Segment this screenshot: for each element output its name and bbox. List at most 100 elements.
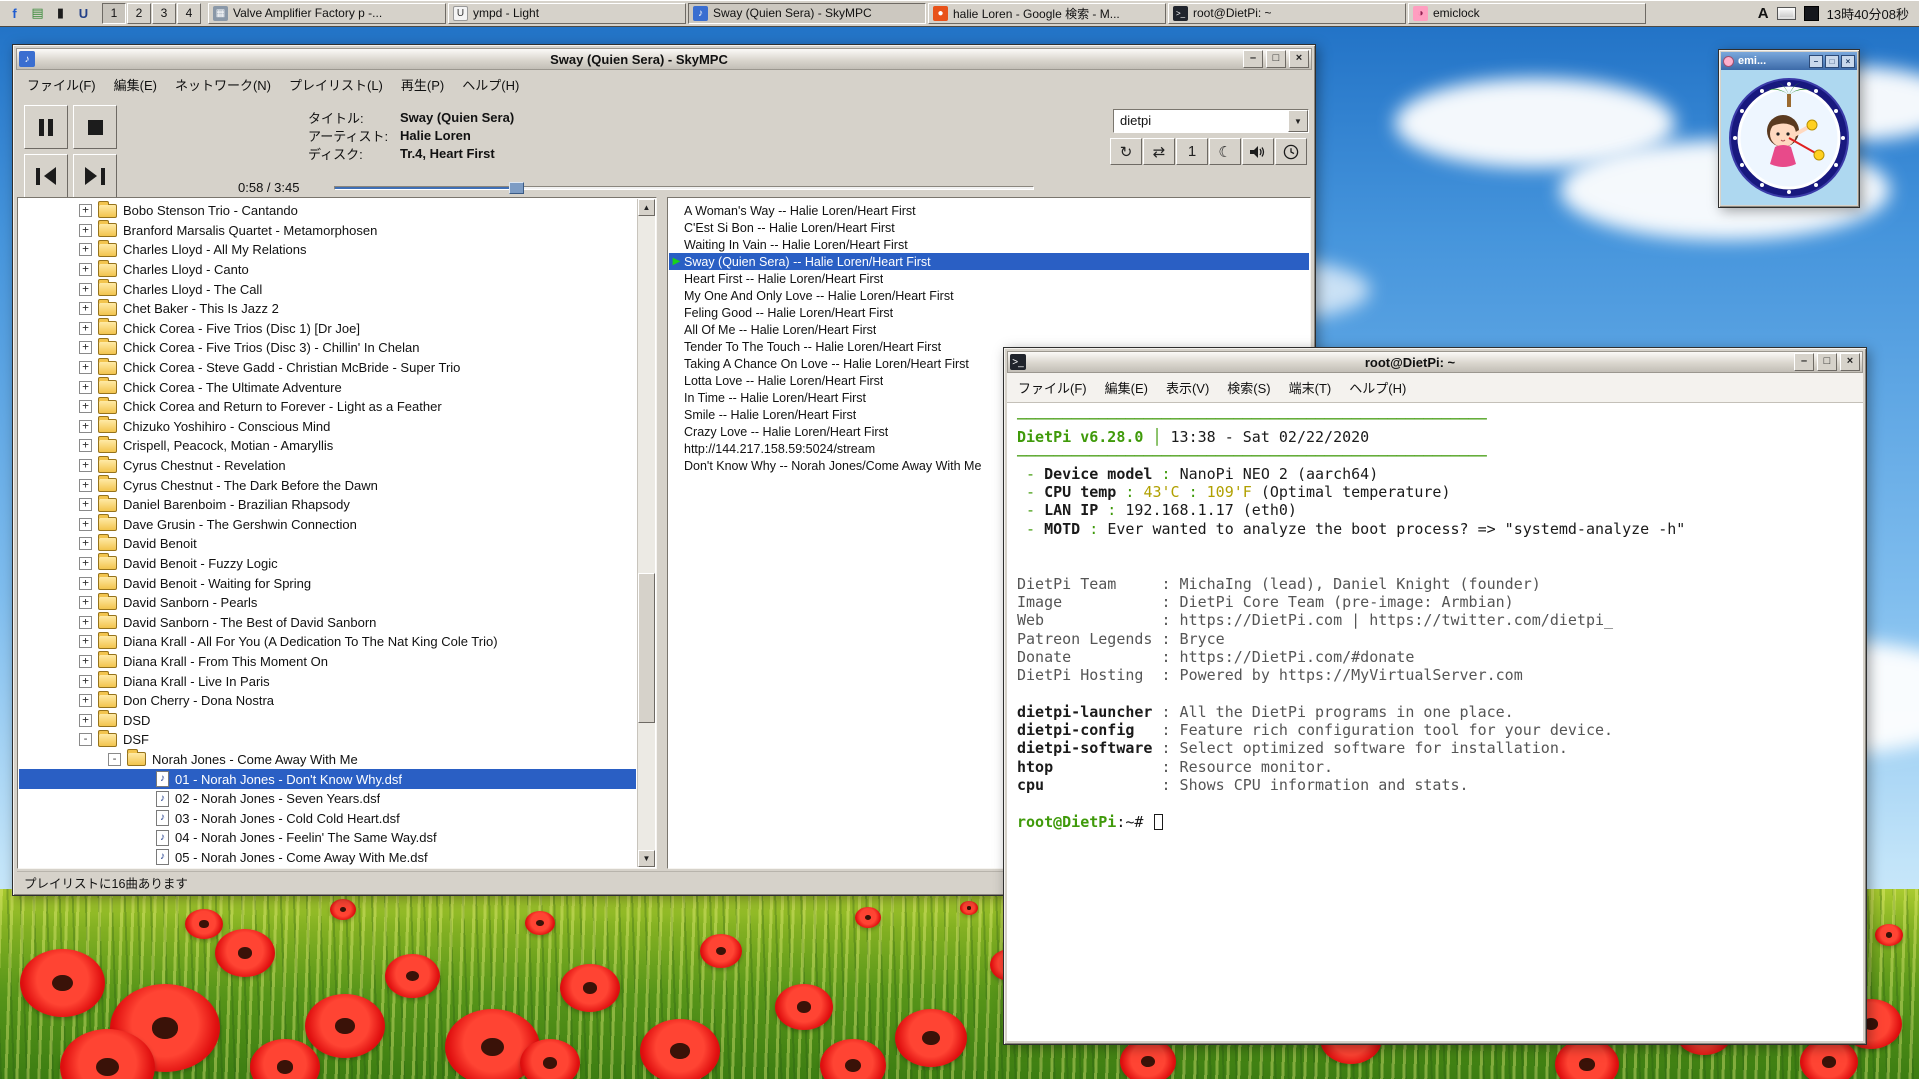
tree-item[interactable]: +David Sanborn - Pearls bbox=[19, 593, 636, 613]
taskbar-window-button[interactable]: ◑emiclock bbox=[1408, 3, 1646, 24]
tree-expand-icon[interactable]: + bbox=[79, 243, 92, 256]
tree-item[interactable]: -DSF bbox=[19, 730, 636, 750]
tree-expand-icon[interactable]: + bbox=[79, 204, 92, 217]
tree-item[interactable]: +Charles Lloyd - Canto bbox=[19, 260, 636, 280]
seek-slider[interactable] bbox=[334, 181, 1034, 195]
tree-expand-icon[interactable]: + bbox=[79, 459, 92, 472]
terminal-menu-item[interactable]: 検索(S) bbox=[1218, 375, 1279, 400]
tree-expand-icon[interactable]: + bbox=[79, 498, 92, 511]
tree-item[interactable]: ♪03 - Norah Jones - Cold Cold Heart.dsf bbox=[19, 808, 636, 828]
tree-expand-icon[interactable]: + bbox=[79, 655, 92, 668]
files-launcher-icon[interactable]: ▤ bbox=[27, 3, 48, 24]
terminal-launcher-icon[interactable]: ▮ bbox=[50, 3, 71, 24]
scroll-down-icon[interactable]: ▼ bbox=[638, 850, 655, 867]
taskbar-window-button[interactable]: Uympd - Light bbox=[448, 3, 686, 24]
minimize-button[interactable]: – bbox=[1809, 55, 1823, 68]
terminal-menu-item[interactable]: 表示(V) bbox=[1157, 375, 1218, 400]
playlist-item[interactable]: C'Est Si Bon -- Halie Loren/Heart First bbox=[669, 219, 1309, 236]
tree-expand-icon[interactable]: + bbox=[79, 439, 92, 452]
tree-item[interactable]: ♪05 - Norah Jones - Come Away With Me.ds… bbox=[19, 848, 636, 867]
tree-item[interactable]: +Charles Lloyd - The Call bbox=[19, 279, 636, 299]
skympc-menu-item[interactable]: プレイリスト(L) bbox=[280, 72, 392, 97]
tree-item[interactable]: ♪04 - Norah Jones - Feelin' The Same Way… bbox=[19, 828, 636, 848]
tree-expand-icon[interactable]: + bbox=[79, 341, 92, 354]
next-button[interactable] bbox=[73, 154, 117, 198]
maximize-button[interactable]: □ bbox=[1266, 50, 1286, 68]
chevron-down-icon[interactable]: ▼ bbox=[1288, 110, 1308, 132]
tree-expand-icon[interactable]: + bbox=[79, 635, 92, 648]
terminal-titlebar[interactable]: >_ root@DietPi: ~ – □ × bbox=[1007, 351, 1863, 373]
tree-expand-icon[interactable]: + bbox=[79, 361, 92, 374]
skympc-menu-item[interactable]: 再生(P) bbox=[392, 72, 453, 97]
tree-item[interactable]: +Chet Baker - This Is Jazz 2 bbox=[19, 299, 636, 319]
tree-item[interactable]: +Cyrus Chestnut - The Dark Before the Da… bbox=[19, 475, 636, 495]
tree-expand-icon[interactable]: + bbox=[79, 616, 92, 629]
skympc-titlebar[interactable]: ♪ Sway (Quien Sera) - SkyMPC – □ × bbox=[16, 48, 1312, 70]
tree-item[interactable]: +Chick Corea - Five Trios (Disc 3) - Chi… bbox=[19, 338, 636, 358]
tree-item[interactable]: +David Benoit - Fuzzy Logic bbox=[19, 554, 636, 574]
scrollbar-thumb[interactable] bbox=[638, 573, 655, 723]
playlist-item[interactable]: All Of Me -- Halie Loren/Heart First bbox=[669, 321, 1309, 338]
playlist-item[interactable]: Heart First -- Halie Loren/Heart First bbox=[669, 270, 1309, 287]
volume-button[interactable] bbox=[1242, 138, 1274, 165]
workspace-button-3[interactable]: 3 bbox=[152, 3, 176, 24]
maximize-button[interactable]: □ bbox=[1817, 353, 1837, 371]
tree-item[interactable]: -Norah Jones - Come Away With Me bbox=[19, 750, 636, 770]
tree-item[interactable]: +Chick Corea - Five Trios (Disc 1) [Dr J… bbox=[19, 319, 636, 339]
terminal-output[interactable]: ────────────────────────────────────────… bbox=[1007, 403, 1863, 1041]
playlist-item[interactable]: ▶Sway (Quien Sera) -- Halie Loren/Heart … bbox=[669, 253, 1309, 270]
stop-button[interactable] bbox=[73, 105, 117, 149]
emiclock-titlebar[interactable]: emi... – □ × bbox=[1721, 52, 1857, 70]
playlist-item[interactable]: A Woman's Way -- Halie Loren/Heart First bbox=[669, 202, 1309, 219]
tree-expand-icon[interactable]: + bbox=[79, 322, 92, 335]
workspace-button-1[interactable]: 1 bbox=[102, 3, 126, 24]
workspace-button-2[interactable]: 2 bbox=[127, 3, 151, 24]
tree-item[interactable]: +Charles Lloyd - All My Relations bbox=[19, 240, 636, 260]
taskbar-window-button[interactable]: ♪Sway (Quien Sera) - SkyMPC bbox=[688, 3, 926, 24]
minimize-button[interactable]: – bbox=[1243, 50, 1263, 68]
pane-splitter[interactable] bbox=[657, 197, 667, 869]
previous-button[interactable] bbox=[24, 154, 68, 198]
taskbar-window-button[interactable]: >_root@DietPi: ~ bbox=[1168, 3, 1406, 24]
terminal-menu-item[interactable]: 編集(E) bbox=[1096, 375, 1157, 400]
minimize-button[interactable]: – bbox=[1794, 353, 1814, 371]
tree-expand-icon[interactable]: + bbox=[79, 400, 92, 413]
skympc-menu-item[interactable]: ネットワーク(N) bbox=[166, 72, 280, 97]
firefox-launcher-icon[interactable]: f bbox=[4, 3, 25, 24]
maximize-button[interactable]: □ bbox=[1825, 55, 1839, 68]
tree-expand-icon[interactable]: + bbox=[79, 479, 92, 492]
tree-item[interactable]: +Daniel Barenboim - Brazilian Rhapsody bbox=[19, 495, 636, 515]
tree-expand-icon[interactable]: + bbox=[79, 283, 92, 296]
tree-item[interactable]: +Crispell, Peacock, Motian - Amaryllis bbox=[19, 436, 636, 456]
tree-item[interactable]: +Bobo Stenson Trio - Cantando bbox=[19, 201, 636, 221]
playlist-item[interactable]: Waiting In Vain -- Halie Loren/Heart Fir… bbox=[669, 236, 1309, 253]
tree-expand-icon[interactable]: + bbox=[79, 302, 92, 315]
tree-item[interactable]: ♪02 - Norah Jones - Seven Years.dsf bbox=[19, 789, 636, 809]
shuffle-button[interactable]: ⇄ bbox=[1143, 138, 1175, 165]
tree-item[interactable]: +Diana Krall - Live In Paris bbox=[19, 671, 636, 691]
tree-item[interactable]: +Chizuko Yoshihiro - Conscious Mind bbox=[19, 417, 636, 437]
keyboard-icon[interactable] bbox=[1777, 7, 1796, 20]
update-database-button[interactable]: ↻ bbox=[1110, 138, 1142, 165]
tree-collapse-icon[interactable]: - bbox=[108, 753, 121, 766]
tree-item[interactable]: +Chick Corea and Return to Forever - Lig… bbox=[19, 397, 636, 417]
ympd-launcher-icon[interactable]: U bbox=[73, 3, 94, 24]
terminal-menu-item[interactable]: ファイル(F) bbox=[1009, 375, 1096, 400]
timer-button[interactable] bbox=[1275, 138, 1307, 165]
tray-app-icon[interactable] bbox=[1804, 6, 1819, 21]
single-button[interactable]: 1 bbox=[1176, 138, 1208, 165]
tree-item[interactable]: +Diana Krall - From This Moment On bbox=[19, 652, 636, 672]
skympc-menu-item[interactable]: 編集(E) bbox=[105, 72, 166, 97]
tree-expand-icon[interactable]: + bbox=[79, 714, 92, 727]
tree-item[interactable]: +Chick Corea - Steve Gadd - Christian Mc… bbox=[19, 358, 636, 378]
consume-button[interactable]: ☾ bbox=[1209, 138, 1241, 165]
close-button[interactable]: × bbox=[1841, 55, 1855, 68]
tree-expand-icon[interactable]: + bbox=[79, 263, 92, 276]
playlist-item[interactable]: My One And Only Love -- Halie Loren/Hear… bbox=[669, 287, 1309, 304]
tree-expand-icon[interactable]: + bbox=[79, 518, 92, 531]
tree-item[interactable]: +Cyrus Chestnut - Revelation bbox=[19, 456, 636, 476]
input-method-indicator[interactable]: A bbox=[1758, 5, 1769, 22]
tree-item[interactable]: +Don Cherry - Dona Nostra bbox=[19, 691, 636, 711]
tree-expand-icon[interactable]: + bbox=[79, 557, 92, 570]
tree-expand-icon[interactable]: + bbox=[79, 537, 92, 550]
